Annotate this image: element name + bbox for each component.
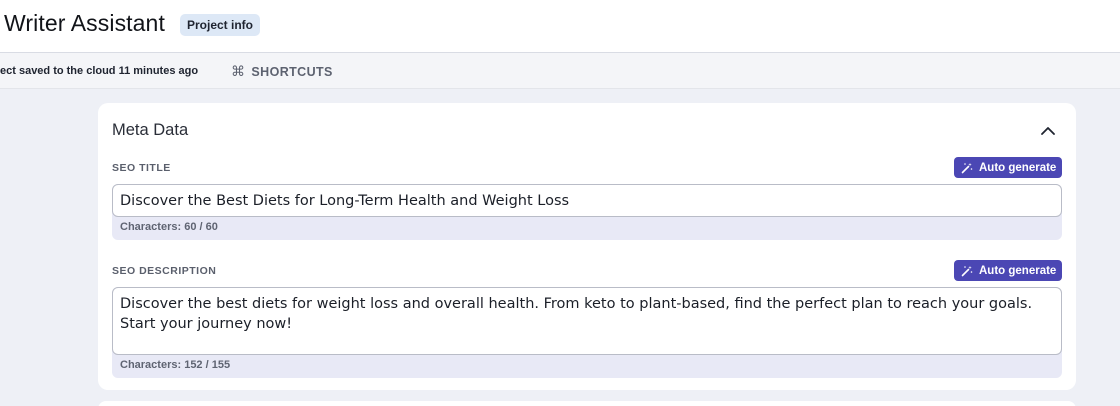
chevron-up-icon[interactable] xyxy=(1038,122,1058,140)
save-status: ect saved to the cloud 11 minutes ago xyxy=(0,65,199,77)
command-key-icon: ⌘ xyxy=(231,63,246,79)
shortcuts-button[interactable]: ⌘ SHORTCUTS xyxy=(231,63,333,80)
seo-title-field: Discover the Best Diets for Long-Term He… xyxy=(112,184,1062,240)
seo-description-field: Discover the best diets for weight loss … xyxy=(112,287,1062,378)
seo-description-label: SEO DESCRIPTION xyxy=(112,265,217,277)
seo-title-input[interactable]: Discover the Best Diets for Long-Term He… xyxy=(112,184,1062,217)
shortcuts-label: SHORTCUTS xyxy=(251,65,333,79)
auto-generate-label: Auto generate xyxy=(979,264,1057,277)
meta-data-card: Meta Data SEO TITLE Auto generate Discov… xyxy=(98,103,1076,390)
seo-title-char-counter: Characters: 60 / 60 xyxy=(120,221,218,233)
app-title: Writer Assistant xyxy=(4,10,165,36)
seo-description-auto-generate-button[interactable]: Auto generate xyxy=(954,260,1062,281)
card-title: Meta Data xyxy=(112,121,189,139)
seo-title-auto-generate-button[interactable]: Auto generate xyxy=(954,157,1062,178)
seo-title-label: SEO TITLE xyxy=(112,162,171,174)
seo-description-input[interactable]: Discover the best diets for weight loss … xyxy=(112,287,1062,355)
magic-wand-icon xyxy=(961,162,973,173)
status-bar: ect saved to the cloud 11 minutes ago ⌘ S… xyxy=(0,53,1120,89)
project-info-button[interactable]: Project info xyxy=(180,14,261,36)
seo-description-char-counter: Characters: 152 / 155 xyxy=(120,359,231,371)
next-card-edge xyxy=(98,401,1076,406)
magic-wand-icon xyxy=(961,265,973,276)
app-header: Writer Assistant Project info xyxy=(0,0,1120,53)
auto-generate-label: Auto generate xyxy=(979,161,1057,174)
